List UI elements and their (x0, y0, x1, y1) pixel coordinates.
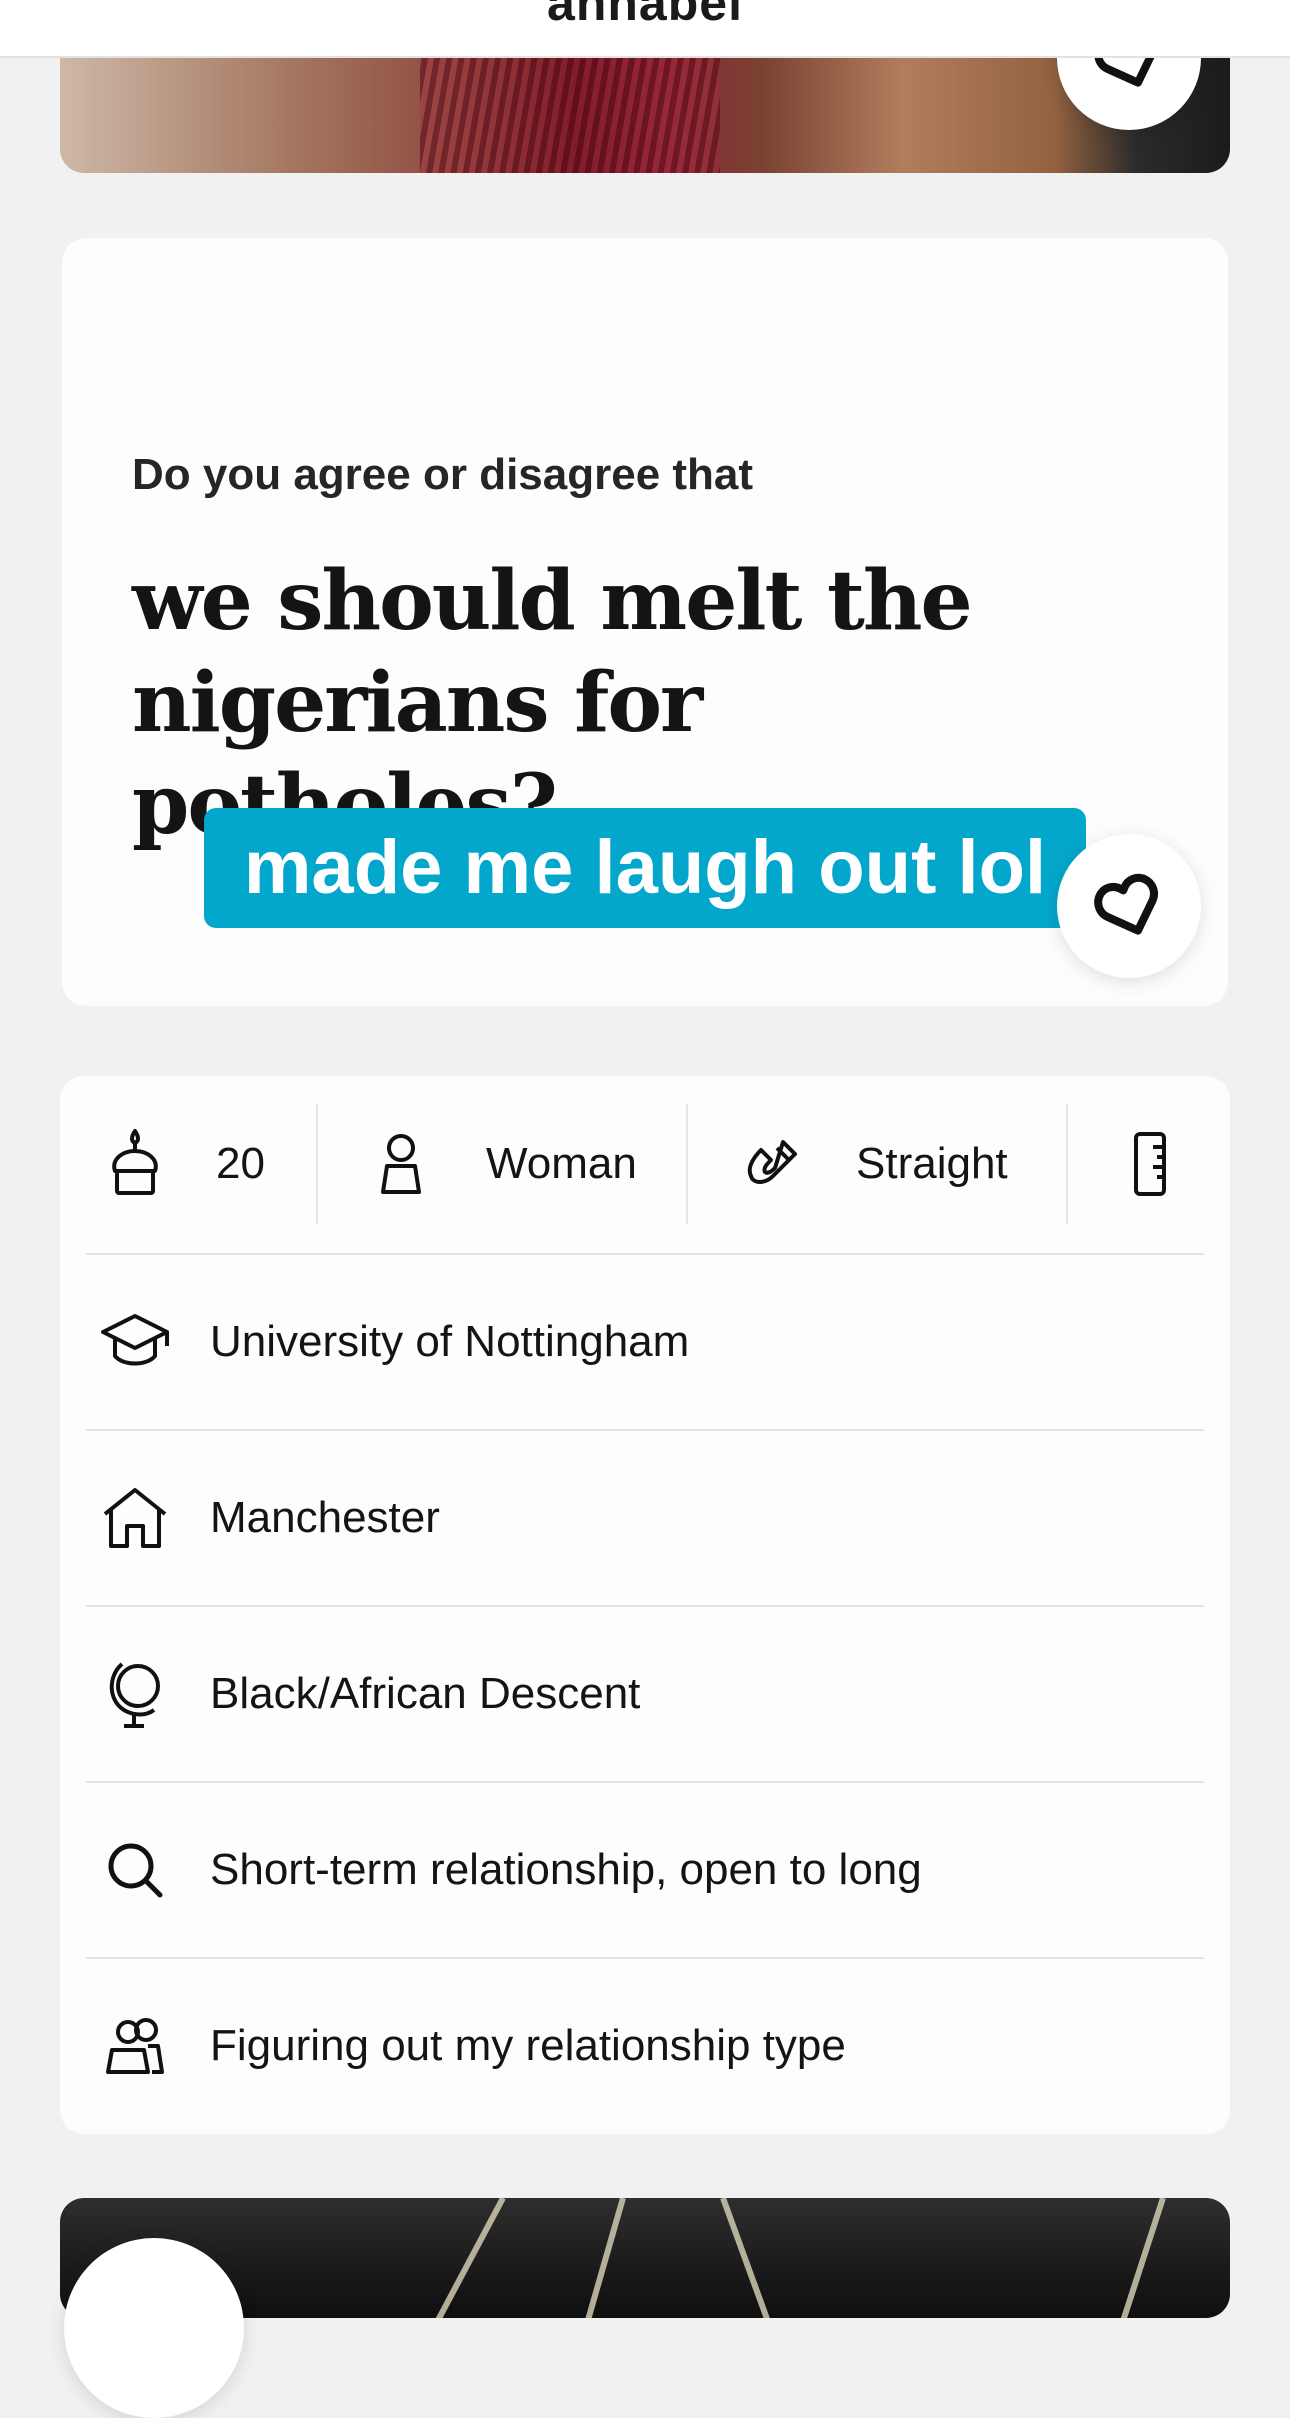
person-icon (372, 1132, 430, 1196)
stat-divider (1066, 1104, 1068, 1224)
detail-relationship-type-value: Figuring out my relationship type (210, 2021, 846, 2070)
stat-age-value: 20 (216, 1139, 265, 1188)
search-icon (60, 1840, 210, 1900)
prompt-card[interactable]: Do you agree or disagree that we should … (62, 238, 1228, 1006)
stats-row[interactable]: 20 Woman Straight (60, 1076, 1230, 1254)
stat-divider (686, 1104, 688, 1224)
detail-ethnicity: Black/African Descent (60, 1606, 1230, 1782)
detail-relationship-type: Figuring out my relationship type (60, 1958, 1230, 2134)
detail-school: University of Nottingham (60, 1254, 1230, 1430)
profile-name: annabel (547, 0, 743, 31)
photo-light-beam (720, 2198, 774, 2318)
home-icon (60, 1486, 210, 1550)
graduation-cap-icon (60, 1312, 210, 1372)
photo-like-button[interactable] (64, 2238, 244, 2418)
magnet-icon (740, 1134, 806, 1194)
ruler-icon (1130, 1131, 1170, 1197)
detail-looking-for: Short-term relationship, open to long (60, 1782, 1230, 1958)
stat-gender-value: Woman (486, 1139, 637, 1188)
prompt-like-button[interactable] (1057, 834, 1201, 978)
prompt-question: Do you agree or disagree that (132, 450, 754, 499)
people-icon (60, 2016, 210, 2076)
profile-info-card: 20 Woman Straight University of Nottingh… (60, 1076, 1230, 2134)
comment-bubble: made me laugh out lol (204, 808, 1086, 928)
photo-light-beam (434, 2198, 506, 2318)
heart-icon (1092, 869, 1166, 943)
photo-light-beam (1116, 2198, 1166, 2318)
globe-icon (60, 1658, 210, 1730)
stat-orientation-value: Straight (856, 1139, 1008, 1188)
detail-ethnicity-value: Black/African Descent (210, 1669, 641, 1718)
detail-school-value: University of Nottingham (210, 1317, 690, 1366)
detail-hometown: Manchester (60, 1430, 1230, 1606)
stat-divider (316, 1104, 318, 1224)
stat-gender: Woman (372, 1104, 637, 1224)
birthday-cake-icon (100, 1129, 170, 1199)
detail-hometown-value: Manchester (210, 1493, 440, 1542)
stat-orientation: Straight (740, 1104, 1008, 1224)
profile-header: annabel (0, 0, 1290, 58)
photo-light-beam (581, 2198, 626, 2318)
detail-looking-for-value: Short-term relationship, open to long (210, 1845, 922, 1894)
stat-age: 20 (100, 1104, 265, 1224)
stat-height (1130, 1104, 1170, 1224)
